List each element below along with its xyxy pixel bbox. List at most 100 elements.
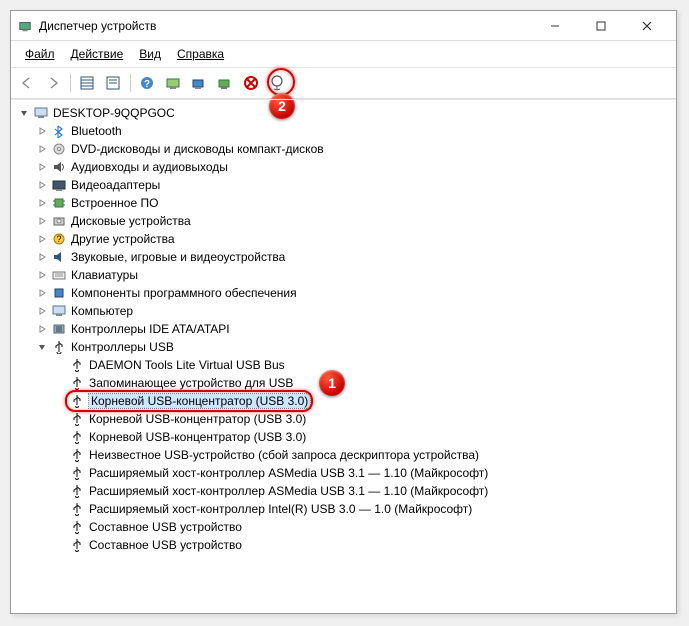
- separator: [127, 71, 133, 95]
- category-label: Дисковые устройства: [71, 214, 191, 228]
- back-button[interactable]: [15, 71, 39, 95]
- usb-icon: [69, 357, 85, 373]
- chevron-right-icon[interactable]: [35, 124, 49, 138]
- usb-icon: [69, 411, 85, 427]
- scan-hardware-button[interactable]: [161, 71, 185, 95]
- category-label: DVD-дисководы и дисководы компакт-дисков: [71, 142, 324, 156]
- chevron-down-icon[interactable]: [35, 340, 49, 354]
- usb-icon: [69, 429, 85, 445]
- usb-category-label: Контроллеры USB: [71, 340, 174, 354]
- category-row[interactable]: Bluetooth: [17, 122, 676, 140]
- device-row[interactable]: Корневой USB-концентратор (USB 3.0): [17, 428, 676, 446]
- disable-device-button[interactable]: [239, 71, 263, 95]
- category-row[interactable]: Контроллеры IDE ATA/ATAPI: [17, 320, 676, 338]
- device-row[interactable]: Расширяемый хост-контроллер Intel(R) USB…: [17, 500, 676, 518]
- enable-device-button[interactable]: [265, 71, 289, 95]
- category-row[interactable]: Звуковые, игровые и видеоустройства: [17, 248, 676, 266]
- category-row[interactable]: Компьютер: [17, 302, 676, 320]
- computer-icon: [51, 303, 67, 319]
- chevron-right-icon[interactable]: [35, 250, 49, 264]
- chevron-right-icon[interactable]: [35, 322, 49, 336]
- chevron-right-icon[interactable]: [35, 286, 49, 300]
- chevron-down-icon[interactable]: [17, 106, 31, 120]
- category-row[interactable]: Дисковые устройства: [17, 212, 676, 230]
- device-row[interactable]: Корневой USB-концентратор (USB 3.0): [17, 392, 676, 410]
- device-label: Составное USB устройство: [89, 538, 242, 552]
- category-row[interactable]: Встроенное ПО: [17, 194, 676, 212]
- app-icon: [17, 18, 33, 34]
- sound-icon: [51, 249, 67, 265]
- device-row[interactable]: Расширяемый хост-контроллер ASMedia USB …: [17, 482, 676, 500]
- chevron-right-icon[interactable]: [35, 178, 49, 192]
- menu-view[interactable]: Вид: [133, 44, 167, 64]
- maximize-button[interactable]: [578, 12, 624, 40]
- uninstall-device-button[interactable]: [213, 71, 237, 95]
- firmware-icon: [51, 195, 67, 211]
- category-label: Клавиатуры: [71, 268, 138, 282]
- chevron-right-icon[interactable]: [35, 232, 49, 246]
- usb-category[interactable]: Контроллеры USB: [17, 338, 676, 356]
- menu-action[interactable]: Действие: [65, 44, 130, 64]
- device-row[interactable]: Составное USB устройство: [17, 536, 676, 554]
- software-icon: [51, 285, 67, 301]
- expander-empty: [53, 376, 67, 390]
- device-row[interactable]: Неизвестное USB-устройство (сбой запроса…: [17, 446, 676, 464]
- usb-icon: [69, 447, 85, 463]
- menu-help[interactable]: Справка: [171, 44, 230, 64]
- device-row[interactable]: Составное USB устройство: [17, 518, 676, 536]
- usb-icon: [69, 483, 85, 499]
- usb-icon: [69, 519, 85, 535]
- device-label: Запоминающее устройство для USB: [89, 376, 293, 390]
- device-tree-scroll[interactable]: DESKTOP-9QQPGOC Bluetooth DVD-дисководы и…: [11, 99, 676, 613]
- usb-icon: [69, 465, 85, 481]
- svg-text:?: ?: [144, 79, 150, 90]
- device-row[interactable]: Расширяемый хост-контроллер ASMedia USB …: [17, 464, 676, 482]
- separator: [67, 71, 73, 95]
- usb-icon: [69, 537, 85, 553]
- expander-empty: [53, 466, 67, 480]
- category-row[interactable]: Аудиовходы и аудиовыходы: [17, 158, 676, 176]
- category-label: Видеоадаптеры: [71, 178, 160, 192]
- properties-button[interactable]: [101, 71, 125, 95]
- device-row[interactable]: DAEMON Tools Lite Virtual USB Bus: [17, 356, 676, 374]
- menu-file[interactable]: Файл: [19, 44, 61, 64]
- usb-icon: [51, 339, 67, 355]
- forward-button[interactable]: [41, 71, 65, 95]
- close-button[interactable]: [624, 12, 670, 40]
- device-label: Корневой USB-концентратор (USB 3.0): [89, 394, 310, 408]
- keyboard-icon: [51, 267, 67, 283]
- window-title: Диспетчер устройств: [39, 19, 532, 33]
- category-label: Компьютер: [71, 304, 133, 318]
- category-row[interactable]: ?Другие устройства: [17, 230, 676, 248]
- device-row[interactable]: Корневой USB-концентратор (USB 3.0): [17, 410, 676, 428]
- minimize-button[interactable]: [532, 12, 578, 40]
- category-row[interactable]: Компоненты программного обеспечения: [17, 284, 676, 302]
- chevron-right-icon[interactable]: [35, 160, 49, 174]
- chevron-right-icon[interactable]: [35, 268, 49, 282]
- chevron-right-icon[interactable]: [35, 214, 49, 228]
- disc-icon: [51, 141, 67, 157]
- show-hide-tree-button[interactable]: [75, 71, 99, 95]
- chevron-right-icon[interactable]: [35, 196, 49, 210]
- category-row[interactable]: Видеоадаптеры: [17, 176, 676, 194]
- category-row[interactable]: DVD-дисководы и дисководы компакт-дисков: [17, 140, 676, 158]
- device-label: Расширяемый хост-контроллер ASMedia USB …: [89, 484, 488, 498]
- ide-icon: [51, 321, 67, 337]
- device-row[interactable]: Запоминающее устройство для USB: [17, 374, 676, 392]
- device-label: Расширяемый хост-контроллер ASMedia USB …: [89, 466, 488, 480]
- chevron-right-icon[interactable]: [35, 304, 49, 318]
- titlebar: Диспетчер устройств: [11, 11, 676, 41]
- root-label: DESKTOP-9QQPGOC: [53, 106, 175, 120]
- tree-root[interactable]: DESKTOP-9QQPGOC: [17, 104, 676, 122]
- device-label: Корневой USB-концентратор (USB 3.0): [89, 430, 306, 444]
- help-button[interactable]: ?: [135, 71, 159, 95]
- expander-empty: [53, 502, 67, 516]
- expander-empty: [53, 448, 67, 462]
- chevron-right-icon[interactable]: [35, 142, 49, 156]
- expander-empty: [53, 484, 67, 498]
- menubar: Файл Действие Вид Справка: [11, 41, 676, 68]
- category-row[interactable]: Клавиатуры: [17, 266, 676, 284]
- device-label: Составное USB устройство: [89, 520, 242, 534]
- device-label: Неизвестное USB-устройство (сбой запроса…: [89, 448, 479, 462]
- update-driver-button[interactable]: [187, 71, 211, 95]
